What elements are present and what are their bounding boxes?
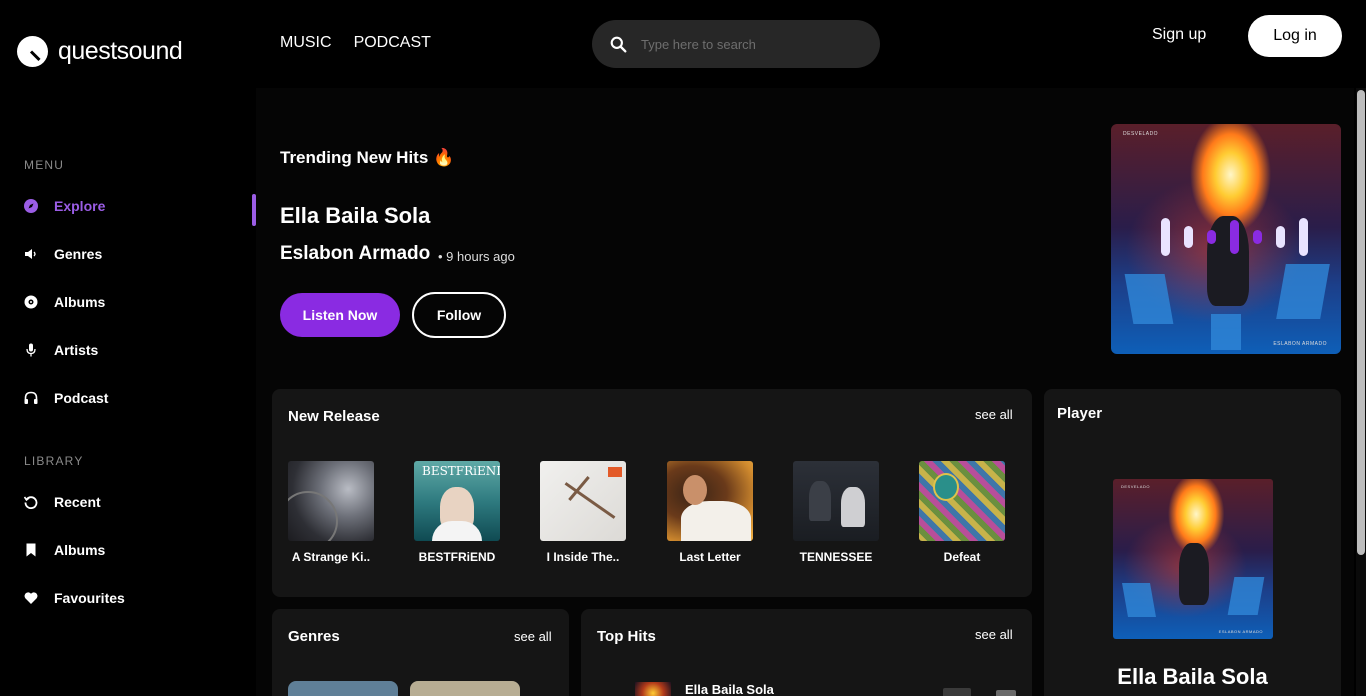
release-label: A Strange Ki.. <box>291 550 371 564</box>
top-hit-track-title[interactable]: Ella Baila Sola <box>685 682 774 696</box>
cover-top-text: DESVELADO <box>1123 131 1159 137</box>
release-label: Defeat <box>943 550 981 564</box>
sidebar-item-explore[interactable]: Explore <box>24 198 105 214</box>
release-art <box>288 461 374 541</box>
genres-title: Genres <box>288 628 340 645</box>
sidebar-item-label: Albums <box>54 542 106 558</box>
bookmark-icon <box>24 543 38 557</box>
sidebar-item-artists[interactable]: Artists <box>24 342 98 358</box>
disc-icon <box>24 295 38 309</box>
login-button[interactable]: Log in <box>1248 15 1342 57</box>
release-art: BESTFRiEND <box>414 461 500 541</box>
logo-text: questsound <box>58 37 183 65</box>
headphones-icon <box>24 391 38 405</box>
cover-top-text: DESVELADO <box>1121 484 1150 489</box>
audio-wave-icon <box>1161 218 1308 256</box>
genre-tile[interactable] <box>288 681 398 696</box>
sidebar-library-label: LIBRARY <box>24 454 84 468</box>
search-bar[interactable] <box>592 20 880 68</box>
top-hit-action-icon[interactable] <box>996 690 1016 696</box>
release-art <box>793 461 879 541</box>
cover-figure <box>1179 543 1209 605</box>
release-label: BESTFRiEND <box>418 550 496 564</box>
search-icon <box>610 36 627 52</box>
hero-title[interactable]: Ella Baila Sola <box>280 203 430 229</box>
microphone-icon <box>24 343 38 357</box>
release-label: TENNESSEE <box>799 550 873 564</box>
cover-seat <box>1227 577 1265 615</box>
nav-podcast[interactable]: PODCAST <box>354 34 431 52</box>
sidebar-item-favourites[interactable]: Favourites <box>24 590 125 606</box>
signup-link[interactable]: Sign up <box>1152 26 1206 44</box>
top-hit-action-icon[interactable] <box>943 688 971 696</box>
sidebar-item-podcast[interactable]: Podcast <box>24 390 108 406</box>
cover-seat <box>1211 314 1241 350</box>
sidebar-item-label: Explore <box>54 198 106 214</box>
release-item[interactable]: Last Letter <box>667 461 753 564</box>
top-hits-title: Top Hits <box>597 628 656 645</box>
follow-button[interactable]: Follow <box>412 292 506 338</box>
release-item[interactable]: Defeat <box>919 461 1005 564</box>
search-input[interactable] <box>641 36 861 52</box>
sidebar-item-label: Podcast <box>54 390 109 406</box>
sidebar-item-label: Artists <box>54 342 99 358</box>
top-bar: questsound MUSIC PODCAST Sign up Log in <box>0 0 1366 88</box>
cover-seat <box>1122 583 1156 617</box>
new-release-see-all[interactable]: see all <box>975 407 1013 422</box>
listen-now-button[interactable]: Listen Now <box>280 293 400 337</box>
sidebar-item-label: Favourites <box>54 590 125 606</box>
top-nav: MUSIC PODCAST <box>280 34 431 52</box>
cover-seat <box>1124 274 1174 324</box>
sidebar-menu-label: MENU <box>24 158 65 172</box>
sidebar-item-label: Recent <box>54 494 101 510</box>
nav-music[interactable]: MUSIC <box>280 34 332 52</box>
sidebar-item-label: Genres <box>54 246 103 262</box>
release-art <box>540 461 626 541</box>
release-item[interactable]: A Strange Ki.. <box>288 461 374 564</box>
logo[interactable]: questsound <box>17 36 183 67</box>
genre-tile[interactable] <box>410 681 520 696</box>
sidebar-item-recent[interactable]: Recent <box>24 494 101 510</box>
release-art <box>667 461 753 541</box>
sidebar-item-albums[interactable]: Albums <box>24 294 105 310</box>
heart-icon <box>24 591 38 605</box>
hero-artist[interactable]: Eslabon Armado <box>280 243 430 265</box>
compass-icon <box>24 199 38 213</box>
cover-seat <box>1276 264 1330 319</box>
sidebar-item-library-albums[interactable]: Albums <box>24 542 105 558</box>
release-label: I Inside The.. <box>546 550 620 564</box>
top-hit-thumbnail[interactable] <box>635 682 671 696</box>
new-release-card <box>272 389 1032 597</box>
scrollbar-thumb[interactable] <box>1357 90 1365 555</box>
cover-bottom-text: ESLABON ARMADO <box>1273 341 1327 347</box>
release-item[interactable]: TENNESSEE <box>793 461 879 564</box>
release-item[interactable]: I Inside The.. <box>540 461 626 564</box>
logo-icon <box>17 36 48 67</box>
player-title: Player <box>1057 405 1103 422</box>
player-cover-art[interactable]: DESVELADO ESLABON ARMADO <box>1113 479 1273 639</box>
top-hits-see-all[interactable]: see all <box>975 627 1013 642</box>
release-item[interactable]: BESTFRiEND BESTFRiEND <box>414 461 500 564</box>
speaker-icon <box>24 247 38 261</box>
release-art-text: BESTFRiEND <box>422 464 500 478</box>
player-track-title: Ella Baila Sola <box>1117 664 1268 689</box>
genres-see-all[interactable]: see all <box>514 629 552 644</box>
hero-time: • 9 hours ago <box>438 249 515 264</box>
new-release-title: New Release <box>288 408 380 425</box>
history-icon <box>24 495 38 509</box>
sidebar-item-label: Albums <box>54 294 106 310</box>
hero-tag: Trending New Hits 🔥 <box>280 148 455 167</box>
cover-bottom-text: ESLABON ARMADO <box>1218 629 1263 634</box>
release-label: Last Letter <box>679 550 741 564</box>
sidebar-item-genres[interactable]: Genres <box>24 246 102 262</box>
release-art <box>919 461 1005 541</box>
